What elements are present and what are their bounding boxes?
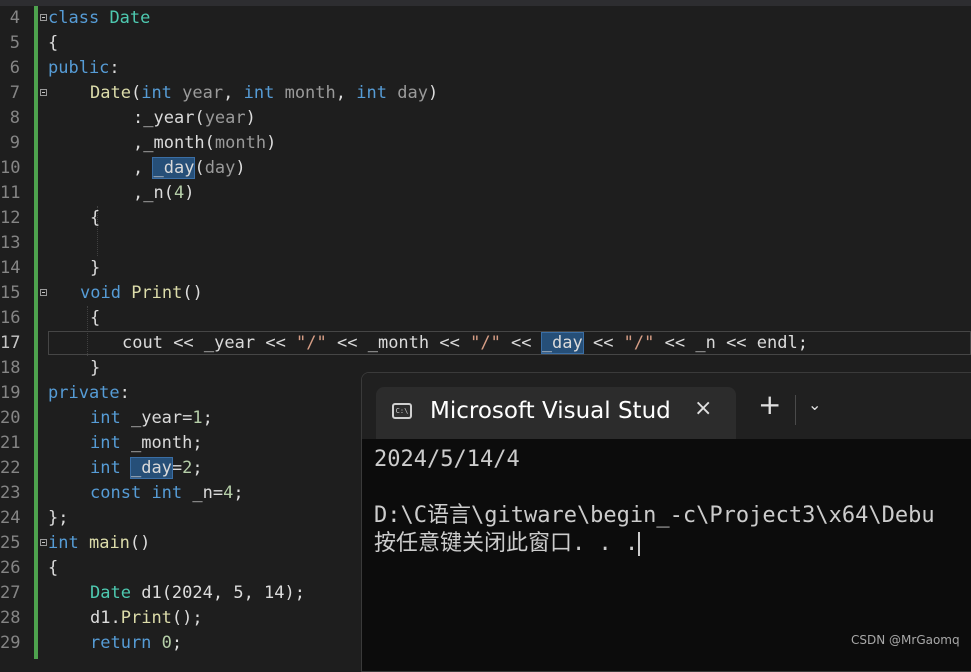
code-line: {: [48, 33, 59, 53]
line-number: 26: [0, 558, 21, 578]
function-name: Date: [90, 83, 131, 103]
keyword: class: [48, 8, 100, 28]
line-number: 7: [9, 83, 20, 103]
code-line: int main(): [48, 533, 151, 553]
code-line: Date(int year, int month, int day): [90, 83, 439, 103]
code-line: void Print(): [80, 283, 203, 303]
highlighted-symbol: _day: [540, 332, 584, 354]
keyword: public: [48, 58, 110, 78]
line-number: 14: [0, 258, 21, 278]
console-app-icon: C:\: [392, 403, 412, 419]
code-line: ,_month(month): [133, 133, 277, 153]
line-number: 15: [0, 283, 21, 303]
line-number: 24: [0, 508, 21, 528]
code-line: int _month;: [90, 433, 203, 453]
change-tracking-bar: [34, 6, 38, 659]
fold-toggle-icon[interactable]: [40, 539, 47, 546]
code-line: {: [90, 208, 101, 228]
line-number: 25: [0, 533, 21, 553]
line-number: 10: [0, 158, 21, 178]
line-number: 22: [0, 458, 21, 478]
highlighted-symbol: _day: [152, 157, 196, 179]
code-line: class Date: [48, 6, 150, 31]
code-line: ,_n(4): [133, 183, 195, 203]
line-number: 19: [0, 383, 21, 403]
terminal-output-line: 按任意键关闭此窗口. . .: [374, 531, 641, 556]
line-number: 12: [0, 208, 21, 228]
terminal-tab[interactable]: C:\ Microsoft Visual Stud ×: [376, 387, 736, 439]
function-name: main: [88, 533, 130, 553]
terminal-tab-bar: C:\ Microsoft Visual Stud × + ⌄: [362, 373, 971, 439]
line-number: 23: [0, 483, 21, 503]
code-line: const int _n=4;: [90, 483, 244, 503]
line-number: 21: [0, 433, 21, 453]
code-line: , _day(day): [133, 157, 246, 179]
code-line: d1.Print();: [90, 608, 203, 628]
terminal-tab-title: Microsoft Visual Stud: [430, 398, 671, 424]
code-line: {: [90, 308, 101, 328]
code-line: int _day=2;: [90, 457, 203, 479]
code-line: :_year(year): [133, 108, 256, 128]
terminal-window[interactable]: C:\ Microsoft Visual Stud × + ⌄ 2024/5/1…: [361, 372, 971, 672]
highlighted-symbol: _day: [129, 457, 173, 479]
line-number: 18: [0, 358, 21, 378]
line-number: 16: [0, 308, 21, 328]
line-number: 4: [9, 8, 20, 28]
terminal-output-line: 2024/5/14/4: [374, 447, 520, 472]
fold-toggle-icon[interactable]: [40, 89, 47, 96]
line-number: 29: [0, 633, 21, 653]
line-number: 6: [9, 58, 20, 78]
code-line: };: [48, 508, 69, 528]
type-name: Date: [109, 8, 151, 28]
close-tab-icon[interactable]: ×: [694, 396, 712, 421]
code-line: }: [90, 358, 101, 378]
code-line: {: [48, 558, 59, 578]
tab-bar-divider: [795, 395, 796, 425]
line-number: 11: [0, 183, 21, 203]
new-tab-icon[interactable]: +: [758, 391, 781, 419]
watermark: CSDN @MrGaomq: [851, 633, 960, 647]
terminal-output-line: D:\C语言\gitware\begin_-c\Project3\x64\Deb…: [374, 503, 935, 528]
line-number: 5: [9, 33, 20, 53]
code-line: }: [90, 258, 101, 278]
line-number-current: 17: [0, 333, 21, 353]
text-cursor: [638, 532, 641, 556]
code-line-current: cout << _year << "/" << _month << "/" <<…: [122, 332, 808, 354]
code-line: public:: [48, 58, 120, 78]
code-line: return 0;: [90, 633, 183, 653]
function-name: Print: [131, 283, 183, 303]
line-number: 8: [9, 108, 20, 128]
line-number: 13: [0, 233, 21, 253]
keyword: private: [48, 383, 120, 403]
line-number: 27: [0, 583, 21, 603]
fold-toggle-icon[interactable]: [40, 14, 47, 21]
code-line: Date d1(2024, 5, 14);: [90, 583, 305, 603]
code-line: private:: [48, 383, 130, 403]
code-line: int _year=1;: [90, 408, 213, 428]
line-number: 28: [0, 608, 21, 628]
line-number: 20: [0, 408, 21, 428]
line-number-gutter: 4 5 6 7 8 9 10 11 12 13 14 15 16 17 18 1…: [0, 6, 28, 659]
chevron-down-icon[interactable]: ⌄: [808, 395, 821, 414]
fold-toggle-icon[interactable]: [40, 289, 47, 296]
line-number: 9: [9, 133, 20, 153]
